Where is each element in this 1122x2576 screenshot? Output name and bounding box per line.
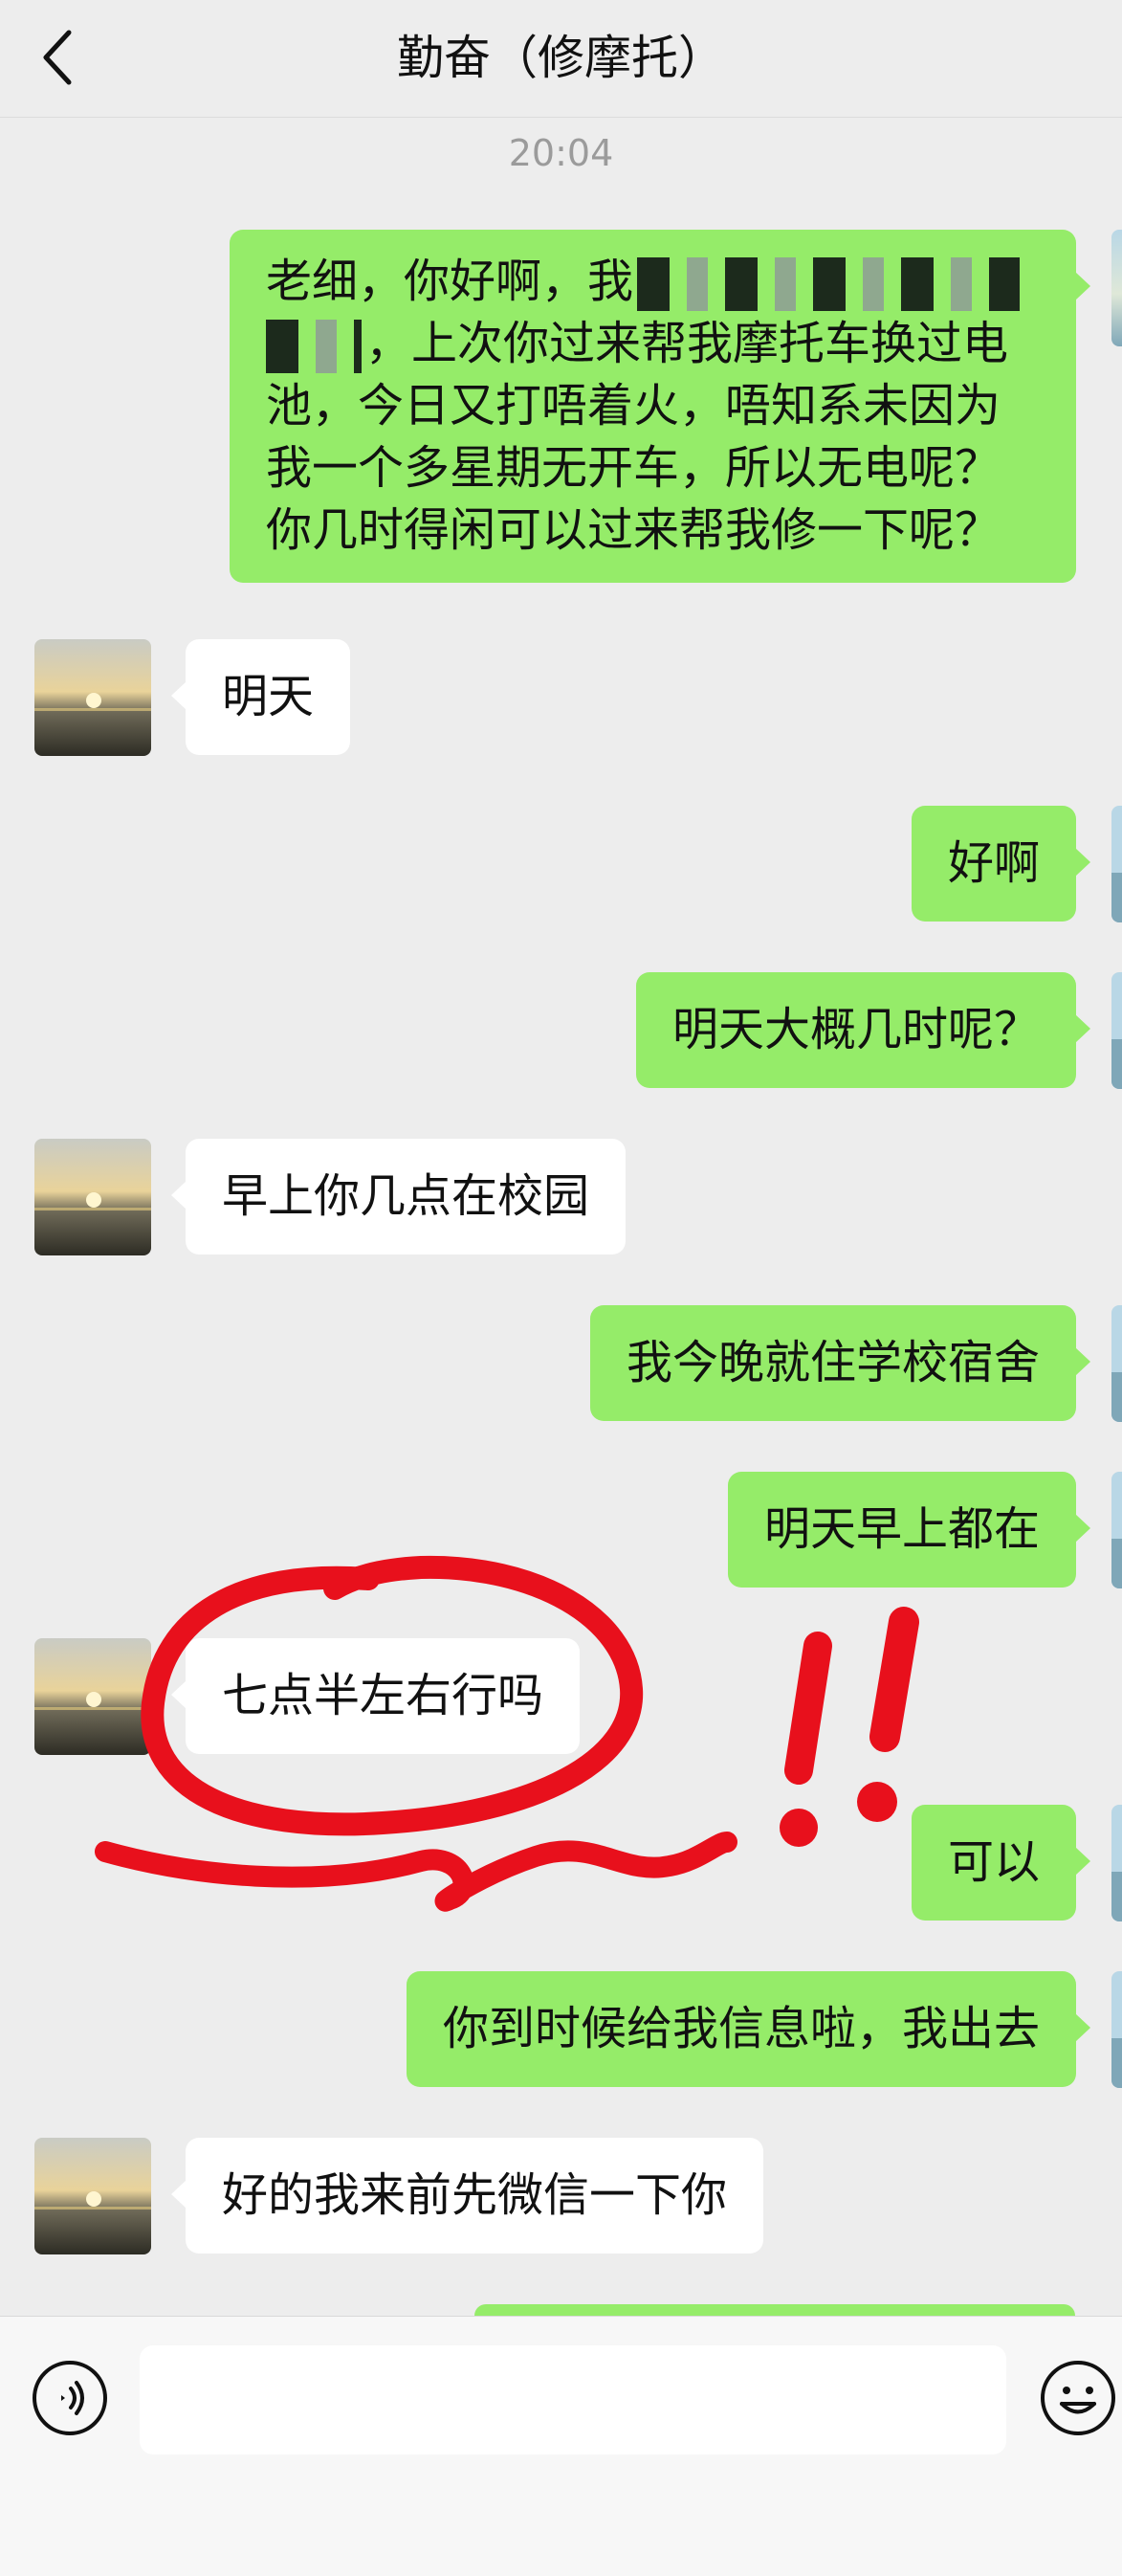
annotation-exclaim-stroke: [784, 1632, 832, 1785]
redacted-mosaic: [637, 257, 1021, 311]
message-line: 我一个多星期无开车，所以无电呢？: [266, 441, 1001, 495]
message-bubble-outgoing[interactable]: 明天早上都在: [727, 1472, 1091, 1588]
contact-avatar[interactable]: [34, 1139, 151, 1255]
message-text: 可以: [947, 1835, 1040, 1889]
message-line: 你几时得闲可以过来帮我修一下呢？: [266, 503, 1001, 557]
contact-avatar[interactable]: [34, 1638, 151, 1755]
message-bubble-outgoing[interactable]: 老细，你好啊，我 ，上次你过来帮我摩托车换过电 池，今日又打唔着火，唔知系未因为…: [230, 230, 1090, 583]
message-text: 你到时候给我信息啦，我出去: [442, 2002, 1040, 2055]
message-input[interactable]: [140, 2345, 1006, 2454]
message-bubble-outgoing[interactable]: 好啊: [911, 806, 1091, 922]
message-line: 池，今日又打唔着火，唔知系未因为: [266, 379, 1001, 433]
message-bubble-outgoing[interactable]: 可以: [911, 1805, 1091, 1921]
contact-avatar[interactable]: [34, 639, 151, 756]
my-avatar[interactable]: [1111, 1472, 1122, 1588]
message-line: 老细，你好啊，我: [266, 255, 634, 308]
message-bubble-outgoing[interactable]: 你到时候给我信息啦，我出去: [406, 1971, 1091, 2087]
message-bubble-incoming[interactable]: 好的我来前先微信一下你: [170, 2138, 764, 2254]
message-bubble-incoming[interactable]: 早上你几点在校园: [170, 1139, 627, 1255]
message-line: ，上次你过来帮我摩托车换过电: [365, 317, 1009, 370]
chat-title: 勤奋（修摩托）: [396, 31, 725, 85]
my-avatar[interactable]: [1111, 230, 1122, 346]
my-avatar[interactable]: [1111, 1971, 1122, 2088]
annotation-exclaim-stroke: [869, 1607, 919, 1752]
message-text: 好的我来前先微信一下你: [222, 2168, 728, 2222]
annotation-underline: [95, 1832, 737, 1912]
message-bubble-outgoing[interactable]: 我今晚就住学校宿舍: [589, 1305, 1091, 1421]
my-avatar[interactable]: [1111, 806, 1122, 922]
message-bubble-incoming[interactable]: 七点半左右行吗: [170, 1638, 581, 1754]
message-text: 明天: [222, 670, 315, 723]
chevron-left-icon: [43, 30, 72, 85]
message-text: 明天早上都在: [763, 1502, 1040, 1556]
input-bar: [0, 2316, 1122, 2576]
emoji-button[interactable]: [1039, 2359, 1117, 2441]
emoji-icon: [1041, 2361, 1115, 2435]
voice-icon: [33, 2361, 107, 2435]
voice-button[interactable]: [31, 2359, 109, 2441]
contact-avatar[interactable]: [34, 2138, 151, 2254]
message-text: 明天大概几时呢？: [671, 1003, 1040, 1056]
back-button[interactable]: [38, 27, 86, 88]
redacted-mosaic: [266, 320, 362, 373]
message-bubble-incoming[interactable]: 明天: [170, 639, 351, 755]
message-text: 我今晚就住学校宿舍: [626, 1336, 1040, 1389]
annotation-exclaim-dot: [780, 1809, 818, 1847]
message-text: 好啊: [947, 836, 1040, 890]
message-timestamp: 20:04: [508, 132, 614, 174]
chat-screen: 勤奋（修摩托） 20:04 老细，你好啊，我 ，上次你过来帮我摩托车换过电 池，…: [0, 0, 1122, 2576]
message-text: 早上你几点在校园: [222, 1169, 590, 1223]
annotation-exclaim-dot: [857, 1782, 897, 1822]
chat-header: 勤奋（修摩托）: [0, 0, 1122, 118]
message-bubble-outgoing[interactable]: 明天大概几时呢？: [635, 972, 1091, 1088]
message-text: 七点半左右行吗: [222, 1669, 544, 1722]
my-avatar[interactable]: [1111, 1805, 1122, 1921]
message-bubble-outgoing-partial[interactable]: [474, 2304, 1075, 2316]
my-avatar[interactable]: [1111, 972, 1122, 1089]
my-avatar[interactable]: [1111, 1305, 1122, 1422]
